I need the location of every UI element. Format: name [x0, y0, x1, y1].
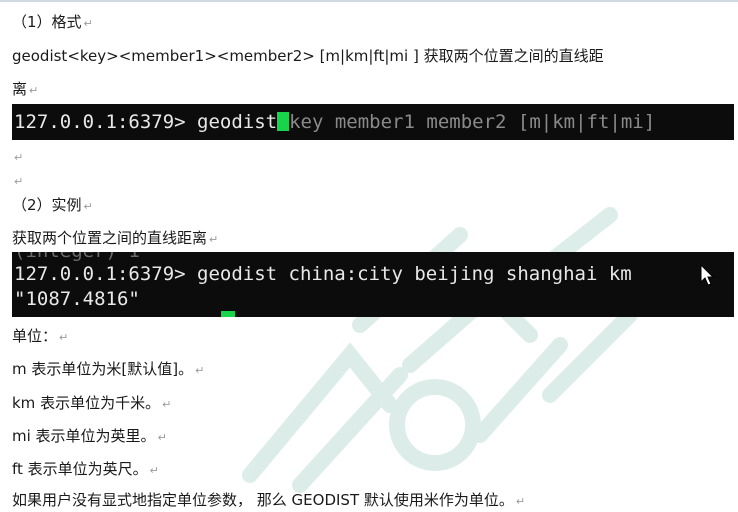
- paragraph-mark-icon: ↵: [83, 17, 93, 30]
- units-title-text: 单位：: [12, 327, 58, 345]
- paragraph-mark-icon: ↵: [14, 175, 24, 188]
- empty-paragraph: ↵: [12, 170, 23, 192]
- example-heading-text: （2）实例: [12, 196, 82, 214]
- paragraph-mark-icon: ↵: [14, 151, 24, 164]
- format-syntax: geodist<key><member1><member2> [m|km|ft|…: [12, 46, 604, 66]
- format-heading-text: （1）格式: [12, 13, 82, 31]
- paragraph-mark-icon: ↵: [29, 84, 39, 97]
- paragraph-mark-icon: ↵: [209, 233, 219, 246]
- terminal-previous-output: (integer) 1: [14, 252, 140, 262]
- unit-item-text: ft 表示单位为英尺。: [12, 460, 148, 478]
- terminal-geodist-syntax: 127.0.0.1:6379> geodist key member1 membe…: [12, 104, 734, 140]
- watermark-logo: [242, 207, 638, 493]
- units-title: 单位： ↵: [12, 326, 68, 348]
- terminal-line: 127.0.0.1:6379> geodist key member1 membe…: [14, 111, 655, 133]
- terminal-cursor: [221, 311, 235, 317]
- example-desc: 获取两个位置之间的直线距离 ↵: [12, 228, 218, 250]
- unit-item-text: mi 表示单位为英里。: [12, 427, 156, 445]
- example-heading: （2）实例 ↵: [12, 195, 93, 217]
- top-border: [0, 0, 738, 2]
- mouse-pointer-icon: [700, 264, 715, 286]
- empty-paragraph: ↵: [12, 146, 23, 168]
- paragraph-mark-icon: ↵: [149, 464, 159, 477]
- units-note-text: 如果用户没有显式地指定单位参数， 那么 GEODIST 默认使用米作为单位。: [12, 491, 514, 509]
- terminal-prompt: 127.0.0.1:6379>: [14, 263, 198, 285]
- unit-item-m: m 表示单位为米[默认值]。 ↵: [12, 359, 204, 381]
- paragraph-mark-icon: ↵: [83, 200, 93, 213]
- example-desc-text: 获取两个位置之间的直线距离: [12, 229, 208, 247]
- terminal-cursor: [277, 112, 290, 131]
- unit-item-ft: ft 表示单位为英尺。 ↵: [12, 459, 159, 481]
- unit-item-text: km 表示单位为千米。: [12, 394, 161, 412]
- terminal-hint: key member1 member2 [m|km|ft|mi]: [289, 111, 656, 133]
- format-syntax-cont-text: 离: [12, 80, 28, 98]
- terminal-prompt: 127.0.0.1:6379>: [14, 111, 198, 133]
- unit-item-km: km 表示单位为千米。 ↵: [12, 393, 171, 415]
- paragraph-mark-icon: ↵: [515, 495, 526, 508]
- units-note: 如果用户没有显式地指定单位参数， 那么 GEODIST 默认使用米作为单位。 ↵: [12, 490, 525, 512]
- format-heading: （1）格式 ↵: [12, 12, 93, 34]
- terminal-geodist-example: (integer) 1 127.0.0.1:6379> geodist chin…: [12, 252, 734, 317]
- unit-item-text: m 表示单位为米[默认值]。: [12, 360, 194, 378]
- format-syntax-cont: 离 ↵: [12, 79, 38, 101]
- unit-item-mi: mi 表示单位为英里。 ↵: [12, 426, 167, 448]
- paragraph-mark-icon: ↵: [59, 331, 69, 344]
- terminal-result: "1087.4816": [14, 288, 140, 310]
- paragraph-mark-icon: ↵: [157, 431, 167, 444]
- terminal-command: geodist china:city beijing shanghai km: [197, 263, 632, 285]
- format-syntax-text: geodist<key><member1><member2> [m|km|ft|…: [12, 47, 604, 65]
- paragraph-mark-icon: ↵: [162, 398, 172, 411]
- terminal-line: 127.0.0.1:6379> geodist china:city beiji…: [14, 263, 632, 285]
- paragraph-mark-icon: ↵: [195, 364, 205, 377]
- terminal-command: geodist: [197, 111, 278, 133]
